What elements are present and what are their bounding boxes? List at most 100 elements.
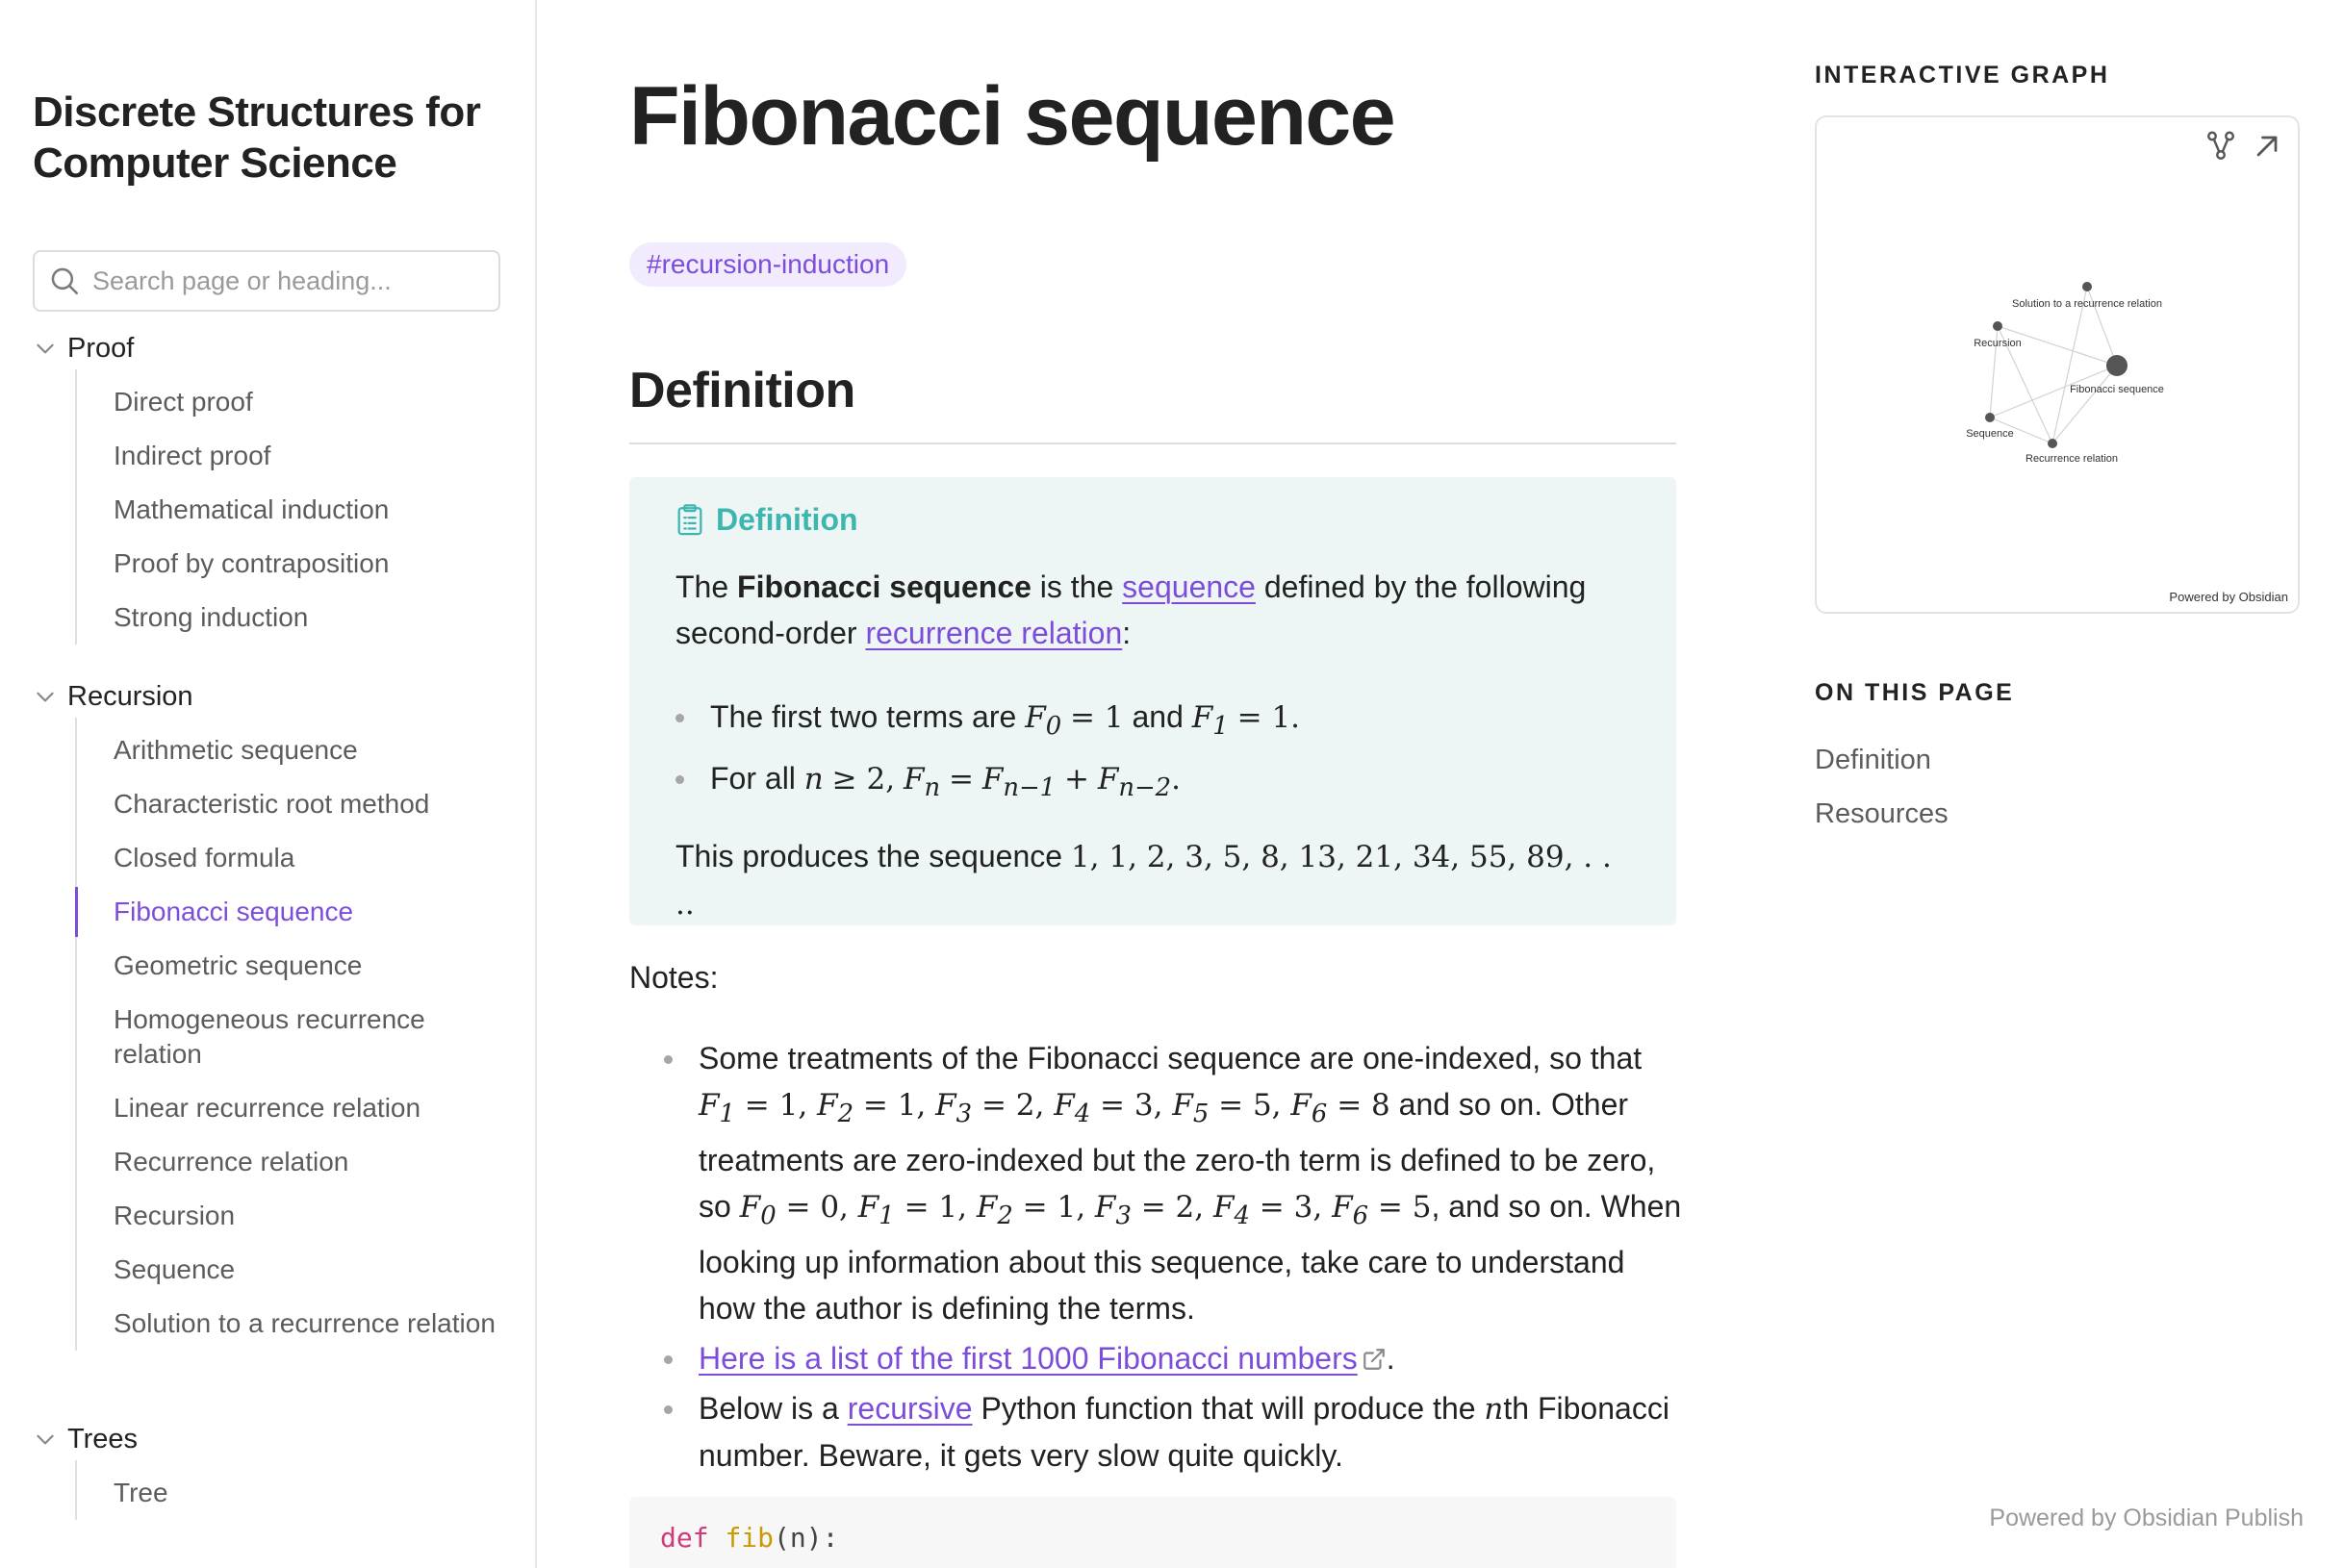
nav-item-linear-recurrence-relation[interactable]: Linear recurrence relation xyxy=(77,1081,514,1135)
toc-item-definition[interactable]: Definition xyxy=(1815,745,1931,776)
callout-title: Definition xyxy=(716,502,858,537)
chevron-down-icon[interactable] xyxy=(33,1427,58,1452)
nav-item-proof-by-contraposition[interactable]: Proof by contraposition xyxy=(77,537,514,591)
graph-node-current[interactable] xyxy=(2106,355,2127,376)
list-item: The first two terms are F0 = 1 and F1 = … xyxy=(675,691,1300,752)
callout-paragraph: The Fibonacci sequence is the sequence d… xyxy=(675,564,1638,656)
nav-item-closed-formula[interactable]: Closed formula xyxy=(77,831,514,885)
nav-item-sequence[interactable]: Sequence xyxy=(77,1243,514,1297)
text-run: Below is a xyxy=(699,1391,848,1427)
callout-list: The first two terms are F0 = 1 and F1 = … xyxy=(675,691,1300,814)
notes-label: Notes: xyxy=(629,960,719,995)
math-expr: F1 xyxy=(1191,700,1229,742)
page-title: Fibonacci sequence xyxy=(629,70,1396,163)
graph-powered-by[interactable]: Powered by Obsidian xyxy=(2169,590,2288,604)
math-expr: = 1. xyxy=(1236,700,1301,735)
math-expr: . xyxy=(1171,762,1181,797)
graph-node[interactable] xyxy=(1985,413,1995,422)
nav-folder-children: Arithmetic sequence Characteristic root … xyxy=(75,718,514,1351)
text-run: The first two terms are xyxy=(710,699,1017,734)
math-expr: n xyxy=(803,762,824,797)
nav-folder-recursion[interactable]: Recursion xyxy=(33,675,514,718)
interactive-graph[interactable]: Solution to a recurrence relation Recurs… xyxy=(1815,115,2300,614)
nav-item-characteristic-root-method[interactable]: Characteristic root method xyxy=(77,777,514,831)
math-expr: F3 xyxy=(935,1088,973,1129)
text-run: Some treatments of the Fibonacci sequenc… xyxy=(699,1041,1643,1075)
powered-by-obsidian-publish[interactable]: Powered by Obsidian Publish xyxy=(1989,1505,2304,1532)
math-expr: = 8 xyxy=(1327,1088,1390,1123)
nav-item-geometric-sequence[interactable]: Geometric sequence xyxy=(77,939,514,993)
nav-item-fibonacci-sequence[interactable]: Fibonacci sequence xyxy=(75,885,514,939)
code-block[interactable]: def fib(n): xyxy=(629,1497,1676,1568)
link-first-1000-fibonacci[interactable]: Here is a list of the first 1000 Fibonac… xyxy=(699,1341,1358,1376)
graph-canvas[interactable]: Solution to a recurrence relation Recurs… xyxy=(1817,117,2300,614)
tag-pill[interactable]: #recursion-induction xyxy=(629,242,907,287)
math-expr: F0 xyxy=(739,1190,777,1231)
section-heading: Definition xyxy=(629,363,855,418)
nav-item-mathematical-induction[interactable]: Mathematical induction xyxy=(77,483,514,537)
math-expr: F2 xyxy=(817,1088,854,1129)
site-title[interactable]: Discrete Structures for Computer Science xyxy=(33,87,514,189)
nav-folder-proof[interactable]: Proof xyxy=(33,327,514,369)
math-expr: F6 xyxy=(1332,1190,1369,1231)
nav-folder-label: Proof xyxy=(67,332,135,364)
code-text: (n): xyxy=(774,1522,839,1554)
chevron-down-icon[interactable] xyxy=(33,336,58,361)
callout-header: Definition xyxy=(675,502,858,538)
external-link-icon xyxy=(1363,1349,1385,1371)
list-item: Here is a list of the first 1000 Fibonac… xyxy=(664,1335,1684,1381)
callout-paragraph: This produces the sequence 1, 1, 2, 3, 5… xyxy=(675,833,1638,927)
math-expr: = 5 xyxy=(1368,1190,1432,1226)
math-expr: = 1, xyxy=(854,1088,936,1123)
nav-item-recurrence-relation[interactable]: Recurrence relation xyxy=(77,1135,514,1189)
search-box[interactable] xyxy=(33,250,500,312)
text-run: This produces the sequence xyxy=(675,839,1063,873)
link-sequence[interactable]: sequence xyxy=(1122,569,1256,604)
nav-folder-label: Trees xyxy=(67,1423,139,1454)
math-expr: = 5, xyxy=(1209,1088,1291,1123)
graph-edge xyxy=(2051,365,2118,444)
nav-item-indirect-proof[interactable]: Indirect proof xyxy=(77,429,514,483)
nav-item-strong-induction[interactable]: Strong induction xyxy=(77,591,514,645)
graph-node[interactable] xyxy=(2082,282,2092,291)
nav-item-direct-proof[interactable]: Direct proof xyxy=(77,375,514,429)
graph-node[interactable] xyxy=(2048,439,2057,448)
nav-item-arithmetic-sequence[interactable]: Arithmetic sequence xyxy=(77,723,514,777)
definition-callout: Definition The Fibonacci sequence is the… xyxy=(629,477,1676,925)
math-expr: = 1, xyxy=(734,1088,818,1123)
graph-node-label: Recursion xyxy=(1974,338,2022,349)
list-item: Some treatments of the Fibonacci sequenc… xyxy=(664,1035,1684,1331)
link-recursive[interactable]: recursive xyxy=(848,1391,973,1426)
nav-folder-label: Recursion xyxy=(67,680,193,712)
math-expr: F1 xyxy=(699,1088,735,1129)
nav-group-proof: Proof Direct proof Indirect proof Mathem… xyxy=(33,327,514,645)
text-run: is the xyxy=(1031,569,1123,604)
link-recurrence-relation[interactable]: recurrence relation xyxy=(865,616,1122,650)
nav-group-trees: Trees Tree xyxy=(33,1418,514,1520)
nav-folder-children: Direct proof Indirect proof Mathematical… xyxy=(75,369,514,645)
math-expr: = 1, xyxy=(894,1190,977,1226)
math-expr: = xyxy=(949,762,974,797)
math-expr: F2 xyxy=(976,1190,1013,1231)
nav-item-tree[interactable]: Tree xyxy=(77,1466,514,1520)
bold-term: Fibonacci sequence xyxy=(737,569,1032,604)
math-expr: = 3, xyxy=(1249,1190,1333,1226)
math-expr: F6 xyxy=(1290,1088,1328,1129)
graph-node[interactable] xyxy=(1993,321,2002,331)
math-expr: F4 xyxy=(1213,1190,1250,1231)
toc-section-label: ON THIS PAGE xyxy=(1815,679,2015,706)
nav-folder-trees[interactable]: Trees xyxy=(33,1418,514,1460)
nav-item-solution-to-a-recurrence-relation[interactable]: Solution to a recurrence relation xyxy=(77,1297,514,1351)
chevron-down-icon[interactable] xyxy=(33,684,58,709)
text-run: For all xyxy=(710,761,796,797)
nav-item-homogeneous-recurrence-relation[interactable]: Homogeneous recurrence relation xyxy=(77,993,514,1081)
text-run: . xyxy=(1386,1341,1395,1377)
nav-item-recursion[interactable]: Recursion xyxy=(77,1189,514,1243)
math-expr: Fn−1 xyxy=(981,762,1057,803)
text-run: and xyxy=(1132,699,1184,734)
math-expr: F4 xyxy=(1054,1088,1091,1129)
graph-node-label: Fibonacci sequence xyxy=(2070,384,2164,395)
list-item: Below is a recursive Python function tha… xyxy=(664,1385,1684,1479)
toc-item-resources[interactable]: Resources xyxy=(1815,798,1949,830)
search-input[interactable] xyxy=(92,266,477,296)
